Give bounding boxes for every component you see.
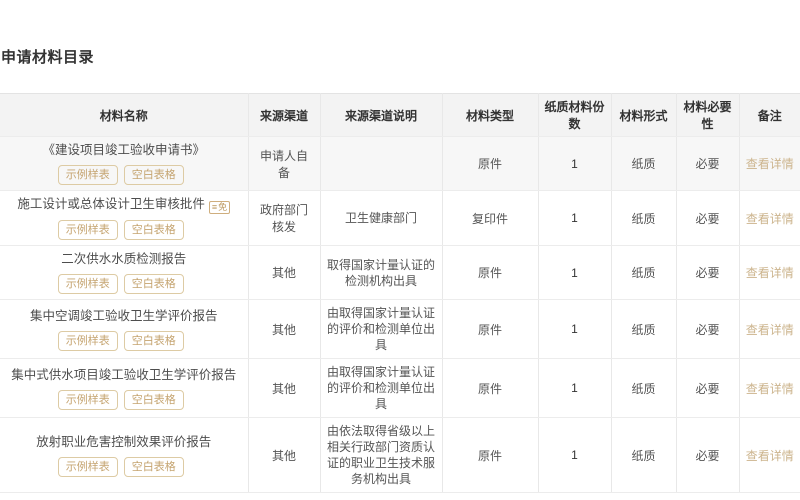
source-desc: 由取得国家计量认证的评价和检测单位出具 — [320, 299, 443, 359]
column-header-source-desc: 来源渠道说明 — [320, 93, 443, 137]
view-detail-link[interactable]: 查看详情 — [746, 382, 794, 396]
form-buttons: 示例样表 空白表格 — [6, 456, 242, 477]
column-header-source-channel: 来源渠道 — [248, 93, 321, 137]
remark-cell: 查看详情 — [739, 417, 800, 493]
blank-form-button[interactable]: 空白表格 — [123, 220, 184, 240]
column-header-material-name: 材料名称 — [0, 93, 249, 137]
view-detail-link[interactable]: 查看详情 — [746, 323, 794, 337]
blank-form-button[interactable]: 空白表格 — [123, 330, 184, 351]
material-type: 原件 — [442, 299, 539, 359]
paper-copies: 1 — [538, 299, 612, 359]
sample-form-button[interactable]: 示例样表 — [57, 456, 118, 477]
material-type: 原件 — [442, 136, 539, 191]
paper-copies: 1 — [538, 245, 612, 300]
source-channel: 政府部门核发 — [248, 190, 321, 246]
blank-form-button[interactable]: 空白表格 — [123, 389, 184, 410]
blank-form-button[interactable]: 空白表格 — [123, 165, 184, 185]
material-type: 复印件 — [442, 190, 539, 246]
view-detail-link[interactable]: 查看详情 — [746, 157, 794, 171]
sample-form-button[interactable]: 示例样表 — [57, 330, 118, 351]
source-channel: 申请人自备 — [248, 136, 321, 191]
material-name-text: 二次供水水质检测报告免 — [61, 252, 187, 266]
material-name-text: 《建设项目竣工验收申请书》免 — [42, 143, 205, 157]
source-desc: 卫生健康部门 — [320, 190, 443, 246]
material-name-text: 集中式供水项目竣工验收卫生学评价报告免 — [11, 367, 237, 382]
material-form: 纸质 — [611, 245, 677, 300]
material-name-text: 施工设计或总体设计卫生审核批件免 — [6, 196, 242, 214]
source-desc: 由取得国家计量认证的评价和检测单位出具 — [320, 358, 443, 418]
material-name-cell: 《建设项目竣工验收申请书》免 示例样表空白表格 — [0, 136, 249, 191]
table-row: 《建设项目竣工验收申请书》免 示例样表空白表格 申请人自备 原件 1 纸质 必要… — [0, 136, 800, 191]
column-header-material-necessity: 材料必要性 — [676, 93, 740, 137]
sample-form-button[interactable]: 示例样表 — [57, 220, 118, 240]
source-desc: 由依法取得省级以上相关行政部门资质认证的职业卫生技术服务机构出具 — [320, 417, 443, 493]
material-name-cell: 放射职业危害控制效果评价报告免 示例样表空白表格 — [0, 417, 249, 493]
source-channel: 其他 — [248, 358, 321, 418]
source-channel: 其他 — [248, 417, 321, 493]
materials-table: 材料名称 来源渠道 来源渠道说明 材料类型 纸质材料份数 材料形式 材料必要性 … — [0, 93, 800, 493]
table-row: 施工设计或总体设计卫生审核批件免 示例样表空白表格 政府部门核发 卫生健康部门 … — [0, 190, 800, 246]
sample-form-button[interactable]: 示例样表 — [57, 165, 118, 185]
blank-form-button[interactable]: 空白表格 — [123, 274, 184, 294]
view-detail-link[interactable]: 查看详情 — [746, 212, 794, 226]
material-name-cell: 集中式供水项目竣工验收卫生学评价报告免 示例样表空白表格 — [0, 358, 249, 418]
material-form: 纸质 — [611, 190, 677, 246]
blank-form-button[interactable]: 空白表格 — [123, 456, 184, 477]
paper-copies: 1 — [538, 417, 612, 493]
column-header-paper-copies: 纸质材料份数 — [538, 93, 612, 137]
materials-table-body: 《建设项目竣工验收申请书》免 示例样表空白表格 申请人自备 原件 1 纸质 必要… — [0, 136, 800, 493]
material-name-cell: 集中空调竣工验收卫生学评价报告免 示例样表空白表格 — [0, 299, 249, 359]
form-buttons: 示例样表 空白表格 — [6, 274, 242, 294]
remark-cell: 查看详情 — [739, 136, 800, 191]
source-desc — [320, 136, 443, 191]
material-name-text: 放射职业危害控制效果评价报告免 — [36, 434, 212, 449]
remark-cell: 查看详情 — [739, 245, 800, 300]
remark-cell: 查看详情 — [739, 358, 800, 418]
form-buttons: 示例样表 空白表格 — [6, 220, 242, 240]
form-buttons: 示例样表 空白表格 — [6, 330, 242, 351]
table-row: 放射职业危害控制效果评价报告免 示例样表空白表格 其他 由依法取得省级以上相关行… — [0, 417, 800, 493]
sample-form-button[interactable]: 示例样表 — [57, 389, 118, 410]
material-necessity: 必要 — [676, 245, 740, 300]
material-necessity: 必要 — [676, 358, 740, 418]
remark-cell: 查看详情 — [739, 190, 800, 246]
form-buttons: 示例样表 空白表格 — [6, 165, 242, 185]
column-header-material-form: 材料形式 — [611, 93, 677, 137]
source-channel: 其他 — [248, 245, 321, 300]
table-row: 集中式供水项目竣工验收卫生学评价报告免 示例样表空白表格 其他 由取得国家计量认… — [0, 358, 800, 418]
material-necessity: 必要 — [676, 299, 740, 359]
material-type: 原件 — [442, 245, 539, 300]
view-detail-link[interactable]: 查看详情 — [746, 449, 794, 463]
material-necessity: 必要 — [676, 190, 740, 246]
form-buttons: 示例样表 空白表格 — [6, 389, 242, 410]
paper-copies: 1 — [538, 190, 612, 246]
material-name-cell: 二次供水水质检测报告免 示例样表空白表格 — [0, 245, 249, 300]
paper-copies: 1 — [538, 358, 612, 418]
sample-form-button[interactable]: 示例样表 — [57, 274, 118, 294]
source-desc: 取得国家计量认证的检测机构出具 — [320, 245, 443, 300]
paper-copies: 1 — [538, 136, 612, 191]
column-header-material-type: 材料类型 — [442, 93, 539, 137]
material-necessity: 必要 — [676, 136, 740, 191]
page: 申请材料目录 材料名称 来源渠道 来源渠道说明 材料类型 纸质材料份数 材料形式… — [0, 0, 800, 493]
table-row: 集中空调竣工验收卫生学评价报告免 示例样表空白表格 其他 由取得国家计量认证的评… — [0, 299, 800, 359]
material-form: 纸质 — [611, 299, 677, 359]
material-form: 纸质 — [611, 417, 677, 493]
view-detail-link[interactable]: 查看详情 — [746, 266, 794, 280]
remark-cell: 查看详情 — [739, 299, 800, 359]
source-channel: 其他 — [248, 299, 321, 359]
material-form: 纸质 — [611, 358, 677, 418]
material-necessity: 必要 — [676, 417, 740, 493]
exempt-icon: 免 — [208, 201, 231, 214]
column-header-remark: 备注 — [739, 93, 800, 137]
table-row: 二次供水水质检测报告免 示例样表空白表格 其他 取得国家计量认证的检测机构出具 … — [0, 245, 800, 300]
material-type: 原件 — [442, 358, 539, 418]
material-name-cell: 施工设计或总体设计卫生审核批件免 示例样表空白表格 — [0, 190, 249, 246]
material-type: 原件 — [442, 417, 539, 493]
material-name-text: 集中空调竣工验收卫生学评价报告免 — [29, 308, 218, 323]
page-title: 申请材料目录 — [1, 49, 95, 66]
materials-table-header: 材料名称 来源渠道 来源渠道说明 材料类型 纸质材料份数 材料形式 材料必要性 … — [0, 93, 800, 137]
material-form: 纸质 — [611, 136, 677, 191]
